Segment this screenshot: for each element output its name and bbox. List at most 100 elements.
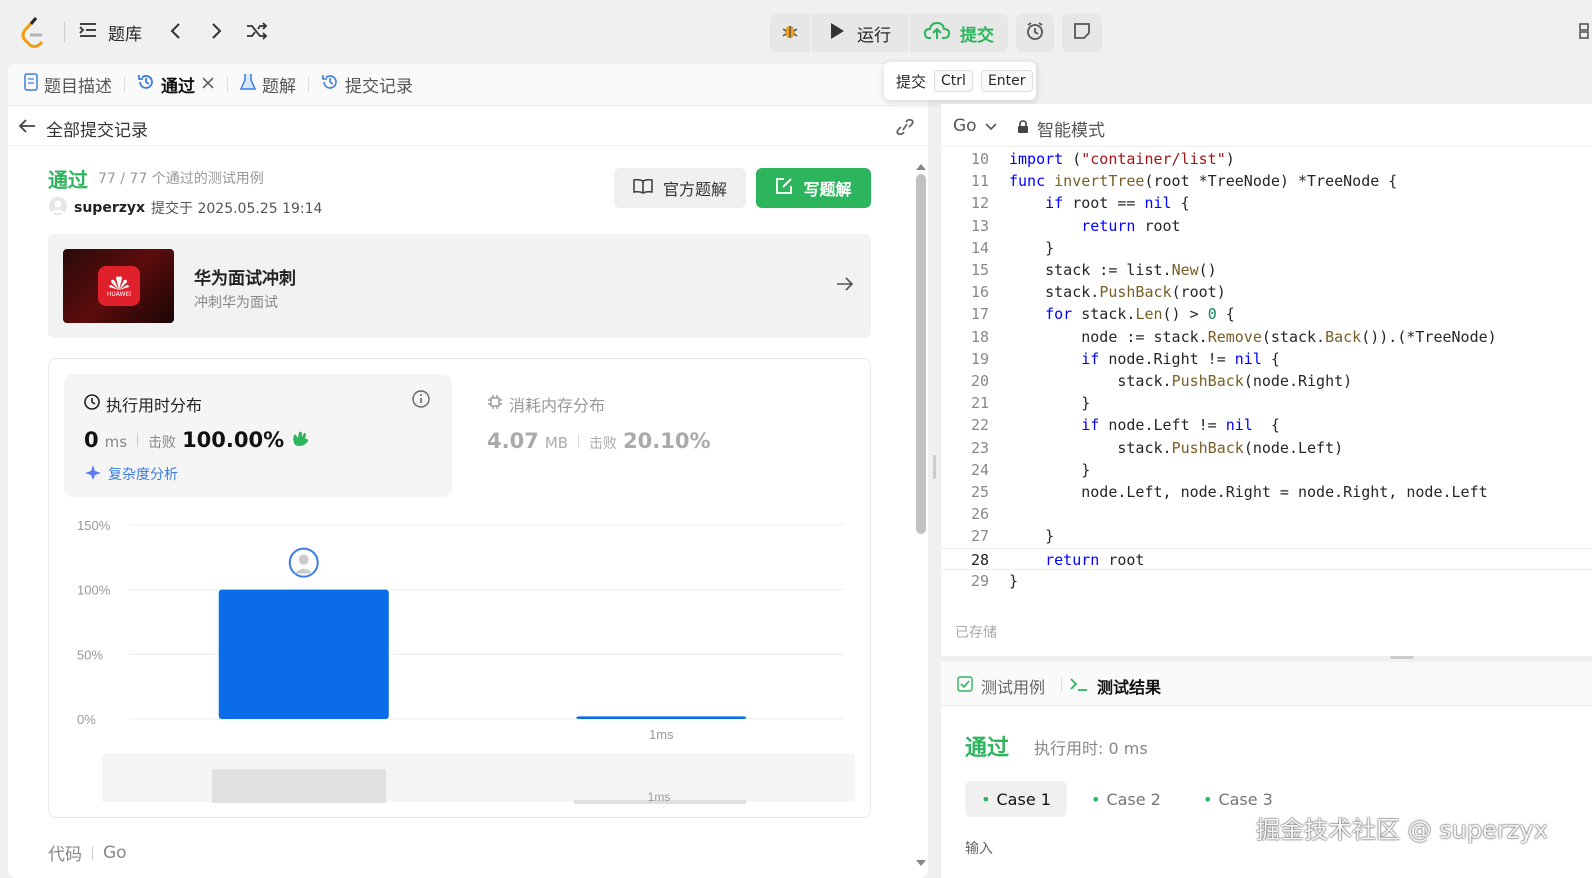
code-line[interactable]: 27 } [941,525,1592,547]
memory-title-row[interactable]: 消耗内存分布 [487,392,605,416]
code-line[interactable]: 22 if node.Left != nil { [941,414,1592,436]
tab-test-cases[interactable]: 测试用例 [957,674,1045,698]
code-line[interactable]: 24 } [941,459,1592,481]
code-line[interactable]: 13 return root [941,215,1592,237]
line-code: stack.PushBack(node.Left) [1009,438,1344,457]
leetcode-logo-icon[interactable] [20,16,48,48]
run-label: 运行 [857,25,891,46]
language-select[interactable]: Go [953,116,997,136]
line-number: 26 [970,505,989,524]
runtime-distribution-chart[interactable]: 150% 100% 50% 0% 1ms 1ms [49,499,870,817]
code-line[interactable]: 11 func invertTree(root *TreeNode) *TreeN… [941,170,1592,192]
result-status: 通过 [48,168,88,192]
write-solution-button[interactable]: 写题解 [756,168,871,208]
back-label: 全部提交记录 [46,121,148,141]
vertical-splitter[interactable] [933,455,936,479]
code-line[interactable]: 17 for stack.Len() > 0 { [941,303,1592,325]
problem-bank-button[interactable]: 题库 [78,20,142,45]
runtime-card[interactable]: 执行用时分布 0 ms 击败 100.00% 复杂度分析 [64,374,452,497]
history-icon [137,73,155,96]
back-to-submissions[interactable]: 全部提交记录 [18,116,148,141]
code-line[interactable]: 10 import ("container/list") [941,148,1592,170]
tab-accepted[interactable]: 通过 [125,72,227,97]
close-icon[interactable] [201,75,215,95]
promo-title: 华为面试冲刺 [194,269,296,289]
run-button[interactable]: 运行 [812,14,908,52]
code-editor-panel: Go 智能模式 10 import ("container/list") 11 fun… [941,104,1592,656]
line-code: node.Left, node.Right = node.Right, node… [1009,483,1488,501]
complexity-analysis-link[interactable]: 复杂度分析 [84,463,178,485]
tab-description[interactable]: 题目描述 [8,72,124,97]
memory-unit: MB [544,434,569,452]
notes-button[interactable] [1062,14,1102,52]
line-number: 19 [970,349,989,368]
scroll-down-icon[interactable] [915,852,927,871]
line-code: } [1009,460,1091,479]
shuffle-icon[interactable] [246,22,268,40]
code-line[interactable]: 18 node := stack.Remove(stack.Back()).(*… [941,326,1592,348]
promo-image: HUAWEI [63,249,174,323]
debug-button[interactable] [770,14,810,52]
link-icon[interactable] [894,118,916,140]
case-tab-1[interactable]: • Case 1 [965,781,1067,817]
tab-submissions-label: 提交记录 [345,77,413,97]
tab-test-result[interactable]: 测试结果 [1069,674,1161,698]
next-problem-icon[interactable] [210,22,224,40]
timer-button[interactable] [1016,14,1054,52]
line-code: } [1009,527,1055,546]
problem-bank-label: 题库 [108,25,142,45]
code-line[interactable]: 28 return root [941,547,1592,570]
line-number: 18 [970,327,989,346]
code-line[interactable]: 15 stack := list.New() [941,259,1592,281]
horizontal-splitter[interactable] [1390,656,1414,659]
y-tick-label: 50% [77,647,103,662]
line-code: return root [1081,216,1181,235]
submit-button[interactable]: 提交 [910,14,1008,52]
line-code: return root [1045,550,1145,569]
tab-submissions[interactable]: 提交记录 [309,72,425,97]
code-line[interactable]: 29} [941,570,1592,592]
smart-mode-toggle[interactable]: 智能模式 [1017,116,1105,141]
line-number: 13 [970,216,989,235]
code-line[interactable]: 16 stack.PushBack(root) [941,281,1592,303]
code-line[interactable]: 19 if node.Right != nil { [941,348,1592,370]
official-solution-button[interactable]: 官方题解 [614,168,746,208]
code-footer: 代码 Go [48,840,127,866]
tab-solutions-label: 题解 [262,77,296,97]
scrollbar-thumb[interactable] [916,174,926,534]
code-line[interactable]: 25 node.Left, node.Right = node.Right, n… [941,481,1592,503]
tab-solutions[interactable]: 题解 [228,72,308,97]
code-line[interactable]: 12 if root == nil { [941,192,1592,214]
line-number: 27 [970,527,989,546]
prev-problem-icon[interactable] [168,22,182,40]
key-enter: Enter [980,70,1033,92]
promo-card[interactable]: HUAWEI 华为面试冲刺 冲刺华为面试 [48,234,871,338]
case-1-label: Case 1 [996,789,1051,809]
code-line[interactable]: 21 } [941,392,1592,414]
line-code: func invertTree(root *TreeNode) *TreeNod… [1009,172,1398,191]
runtime-unit: ms [104,433,128,451]
promo-subtitle: 冲刺华为面试 [194,295,278,311]
left-tabs: 题目描述 通过 题解 提交记录 [8,64,928,106]
divider [8,145,928,146]
code-line[interactable]: 26 [941,503,1592,525]
username[interactable]: superzyx [74,200,145,216]
info-icon[interactable] [412,390,430,412]
alarm-clock-icon [1025,21,1045,46]
avatar[interactable] [48,196,68,220]
case-tab-2[interactable]: • Case 2 [1091,781,1161,817]
list-icon [78,21,98,44]
divider [941,146,1592,147]
memory-beats: 20.10% [623,429,711,453]
code-line[interactable]: 23 stack.PushBack(node.Left) [941,437,1592,459]
submit-time: 提交于 2025.05.25 19:14 [151,201,323,217]
code-line[interactable]: 14 } [941,237,1592,259]
code-area[interactable]: 10 import ("container/list") 11 func invert… [941,148,1592,598]
language-value: Go [953,116,977,136]
scroll-up-icon[interactable] [915,156,927,175]
line-number: 15 [970,261,989,279]
y-tick-label: 150% [77,518,111,533]
layout-icon[interactable] [1578,22,1592,40]
divider [137,433,139,447]
code-line[interactable]: 20 stack.PushBack(node.Right) [941,370,1592,392]
